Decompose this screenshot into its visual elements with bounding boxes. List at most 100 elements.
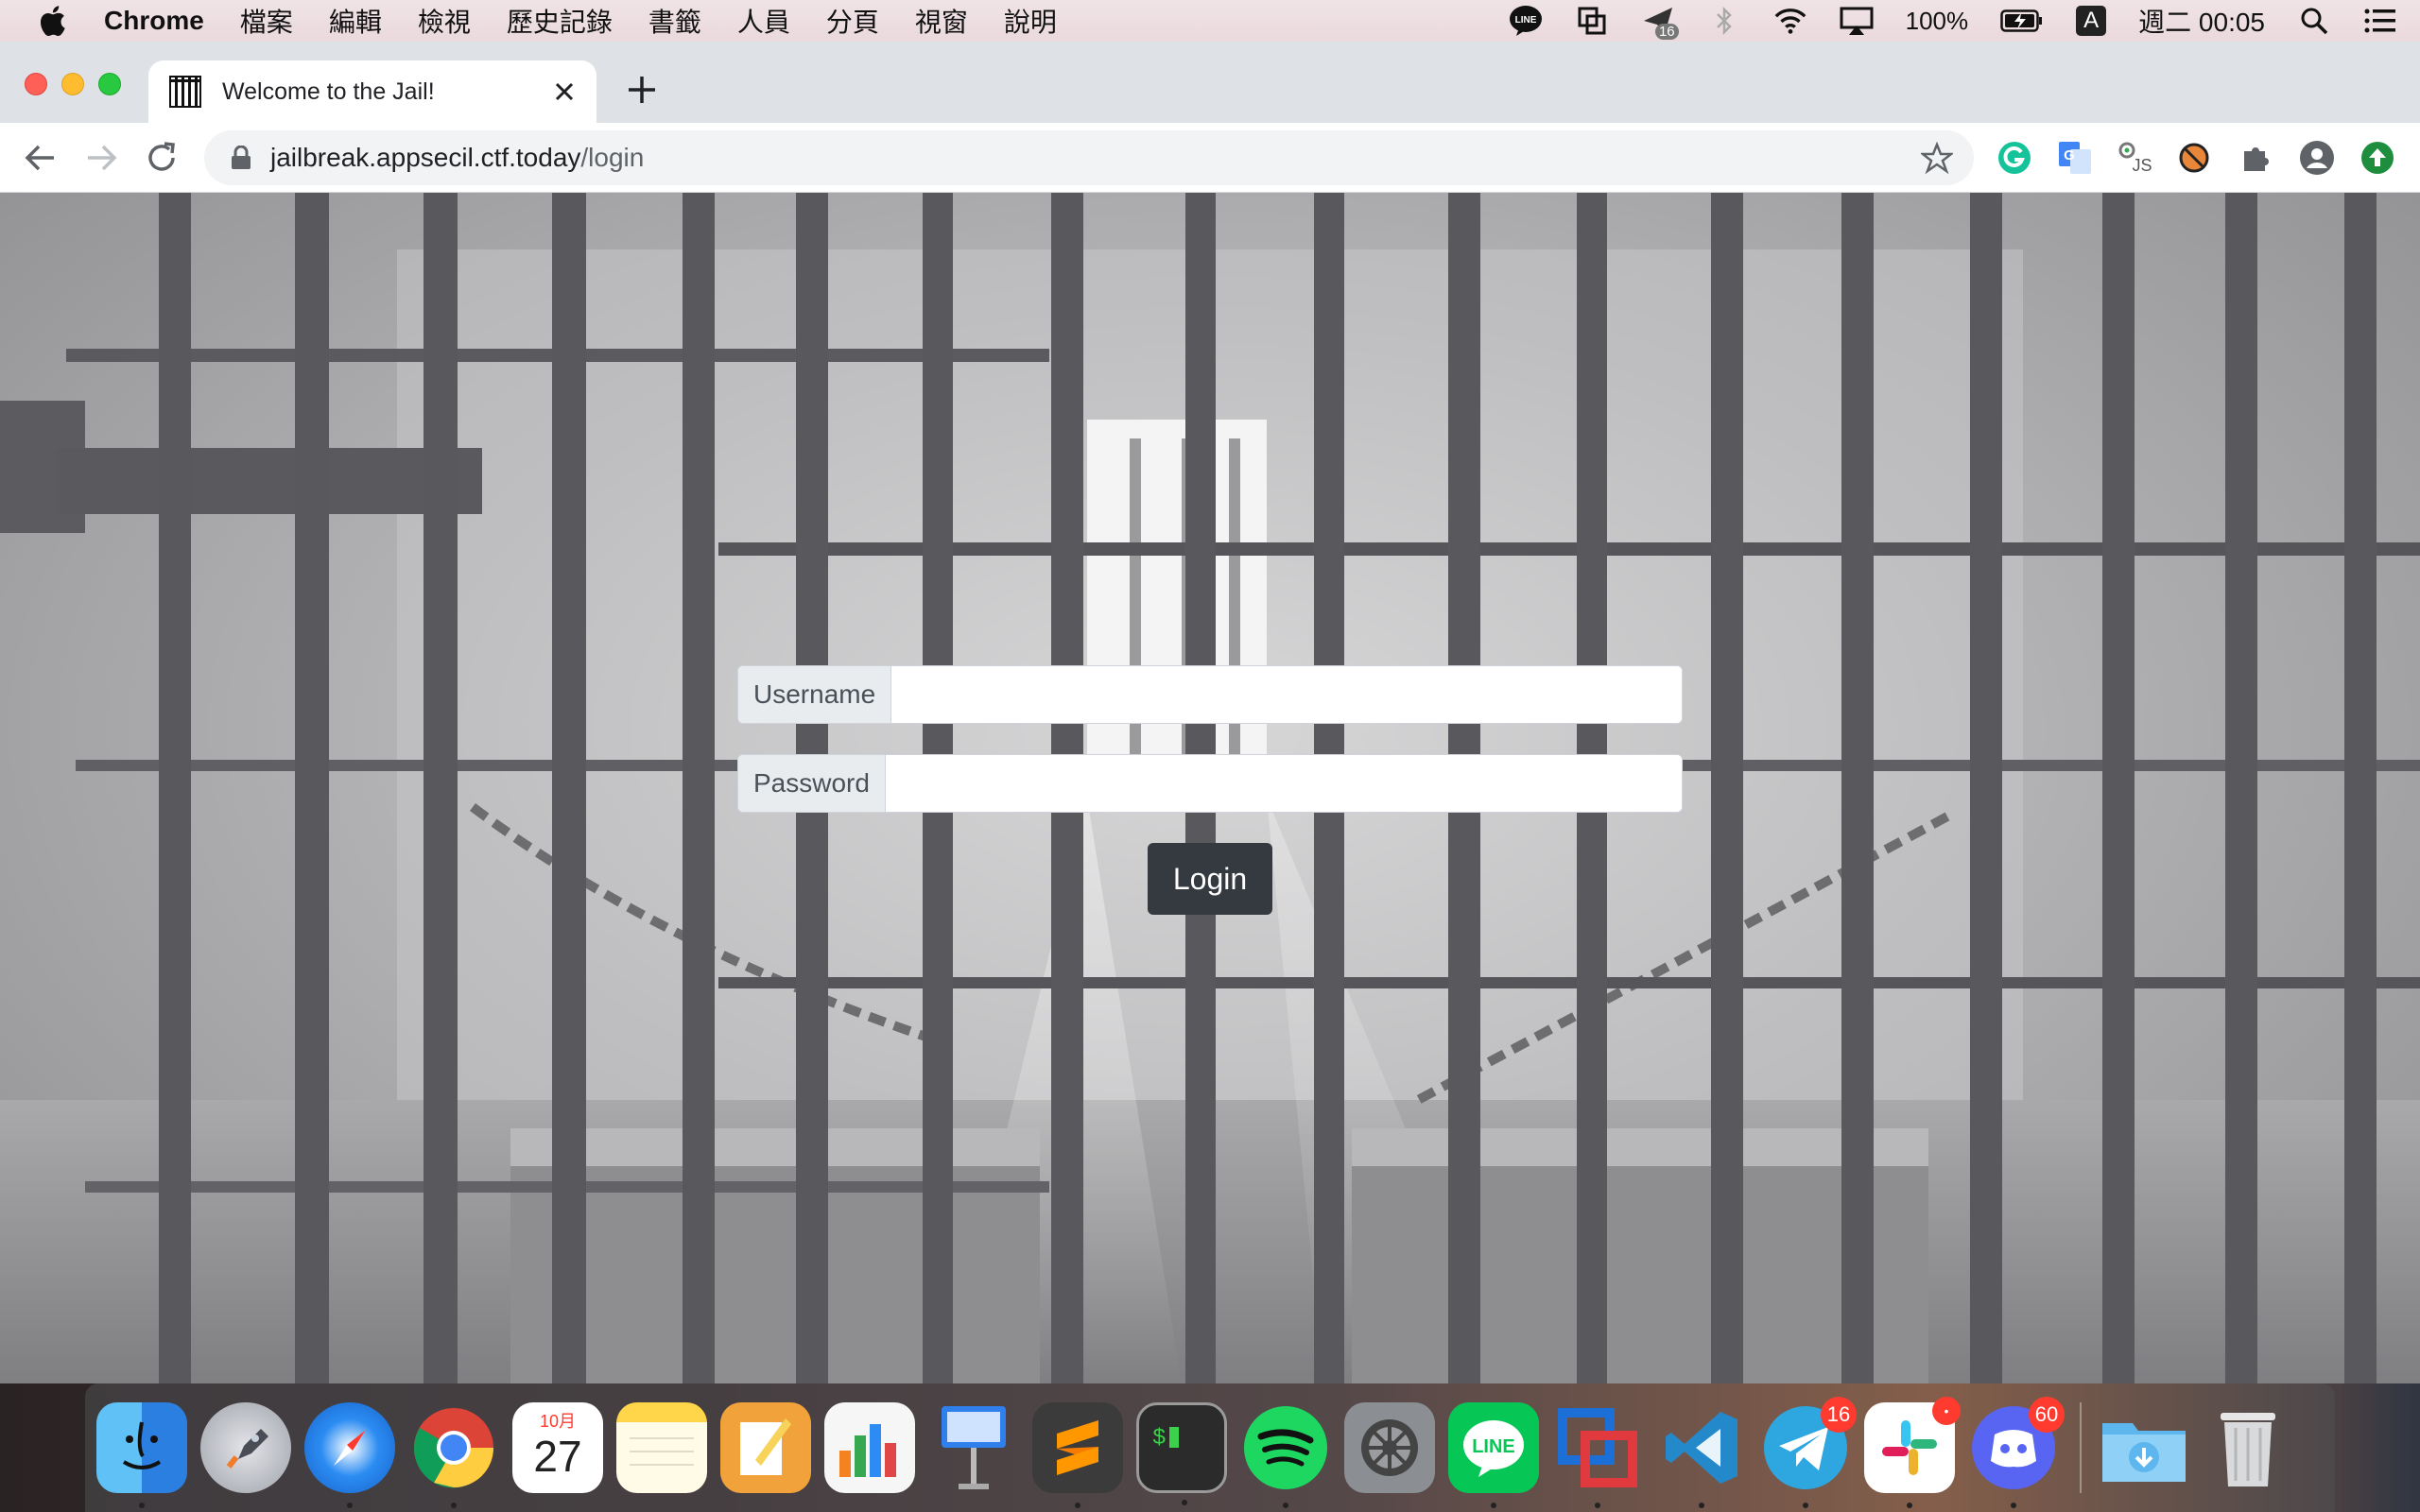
running-indicator [1182,1500,1187,1505]
forward-arrow-icon[interactable] [83,140,119,176]
password-input-group: Password [737,754,1683,813]
svg-text:G: G [2064,147,2075,163]
running-indicator [347,1503,353,1508]
menu-app-name[interactable]: Chrome [104,6,204,36]
battery-percentage: 100% [1905,6,1969,35]
finder-dock-icon[interactable] [96,1402,187,1508]
slack-notification-badge: • [1932,1397,1961,1425]
profile-avatar-icon[interactable] [2299,140,2335,176]
menu-edit[interactable]: 編輯 [329,2,382,40]
window-zoom-button[interactable] [98,73,121,95]
username-label: Username [738,666,892,723]
bluetooth-icon[interactable] [1707,4,1741,38]
running-indicator [1283,1503,1288,1508]
numbers-dock-icon[interactable] [824,1402,915,1493]
apple-logo-icon[interactable] [38,5,66,37]
spotify-dock-icon[interactable] [1240,1402,1331,1508]
airplay-icon[interactable] [1840,4,1874,38]
address-bar[interactable]: jailbreak.appsecil.ctf.today/login [204,130,1974,185]
launchpad-dock-icon[interactable] [200,1402,291,1493]
window-minimize-button[interactable] [61,73,84,95]
running-indicator [1595,1503,1600,1508]
line-status-icon[interactable]: LINE [1509,4,1543,38]
running-indicator [451,1503,457,1508]
tab-close-icon[interactable] [553,80,576,103]
send-status-icon[interactable]: 16 [1641,4,1679,40]
username-input[interactable] [891,666,1682,723]
pages-dock-icon[interactable] [720,1402,811,1493]
window-close-button[interactable] [25,73,47,95]
tab-title: Welcome to the Jail! [222,77,435,105]
menu-bar-status-area: LINE 16 100% A 週二 00:05 [1509,0,2397,42]
username-input-group: Username [737,665,1683,724]
vscode-dock-icon[interactable] [1656,1402,1747,1508]
menu-tab[interactable]: 分頁 [826,2,879,40]
dock-separator [2080,1402,2082,1493]
chrome-dock-icon[interactable] [408,1402,499,1508]
running-indicator [139,1503,145,1508]
running-indicator [1803,1503,1808,1508]
terminal-dock-icon[interactable]: $ [1136,1402,1227,1505]
extensions-puzzle-icon[interactable] [2238,140,2274,176]
keynote-dock-icon[interactable] [928,1402,1019,1493]
sublime-text-dock-icon[interactable] [1032,1402,1123,1508]
line-dock-icon[interactable]: LINE [1448,1402,1539,1508]
menu-bar: Chrome 檔案 編輯 檢視 歷史記錄 書籤 人員 分頁 視窗 說明 LINE… [0,0,2420,42]
login-form: Username Password Login [737,665,1683,915]
menu-help[interactable]: 說明 [1004,2,1057,40]
input-method-indicator[interactable]: A [2076,6,2107,36]
page-viewport: Username Password Login [0,193,2420,1383]
send-status-badge: 16 [1654,24,1679,40]
spotlight-search-icon[interactable] [2297,4,2331,38]
google-translate-extension-icon[interactable]: G [2057,140,2093,176]
login-button[interactable]: Login [1148,843,1272,915]
running-indicator [1699,1503,1704,1508]
vmware-dock-icon[interactable] [1552,1402,1643,1508]
browser-tab-strip: Welcome to the Jail! [0,42,2420,123]
javascript-extension-icon[interactable]: JS [2118,140,2153,176]
menu-window[interactable]: 視窗 [915,2,968,40]
slack-dock-icon[interactable]: • [1864,1397,1961,1508]
reload-icon[interactable] [144,140,180,176]
bookmark-star-icon[interactable] [1921,142,1953,174]
wifi-icon[interactable] [1773,4,1807,38]
system-preferences-dock-icon[interactable] [1344,1402,1435,1493]
running-indicator [1907,1503,1912,1508]
menu-people[interactable]: 人員 [737,2,790,40]
url-path: /login [580,143,645,172]
calendar-dock-icon[interactable]: 10月 27 [512,1402,603,1493]
grammarly-extension-icon[interactable] [1996,140,2032,176]
calendar-month: 10月 [539,1412,577,1431]
back-arrow-icon[interactable] [23,140,59,176]
svg-text:$: $ [1152,1426,1166,1452]
calendar-day: 27 [533,1432,582,1481]
telegram-dock-icon[interactable]: 16 [1760,1397,1857,1508]
password-label: Password [738,755,886,812]
safari-dock-icon[interactable] [304,1402,395,1508]
notes-dock-icon[interactable] [616,1402,707,1493]
running-indicator [1491,1503,1496,1508]
password-input[interactable] [885,755,1682,812]
new-tab-icon[interactable] [626,74,658,106]
menu-view[interactable]: 檢視 [418,2,471,40]
downloads-folder-dock-icon[interactable] [2099,1402,2189,1493]
menu-bar-clock[interactable]: 週二 00:05 [2138,2,2265,40]
browser-tab-active[interactable]: Welcome to the Jail! [148,60,596,123]
battery-icon[interactable] [2000,4,2044,38]
lock-icon[interactable] [231,146,251,170]
blocker-extension-icon[interactable] [2176,140,2212,176]
svg-text:LINE: LINE [1514,15,1536,26]
running-indicator [2011,1503,2016,1508]
menu-file[interactable]: 檔案 [240,2,293,40]
trash-dock-icon[interactable] [2203,1402,2293,1493]
browser-toolbar: jailbreak.appsecil.ctf.today/login G JS [0,123,2420,193]
chrome-update-icon[interactable] [2360,140,2395,176]
menu-bookmarks[interactable]: 書籤 [648,2,701,40]
discord-dock-icon[interactable]: 60 [1968,1397,2065,1508]
svg-text:JS: JS [2132,156,2152,175]
url-text[interactable]: jailbreak.appsecil.ctf.today/login [270,143,1921,173]
window-manager-icon[interactable] [1575,4,1609,38]
svg-text:LINE: LINE [1472,1436,1515,1457]
notification-center-icon[interactable] [2363,4,2397,38]
menu-history[interactable]: 歷史記錄 [507,2,613,40]
